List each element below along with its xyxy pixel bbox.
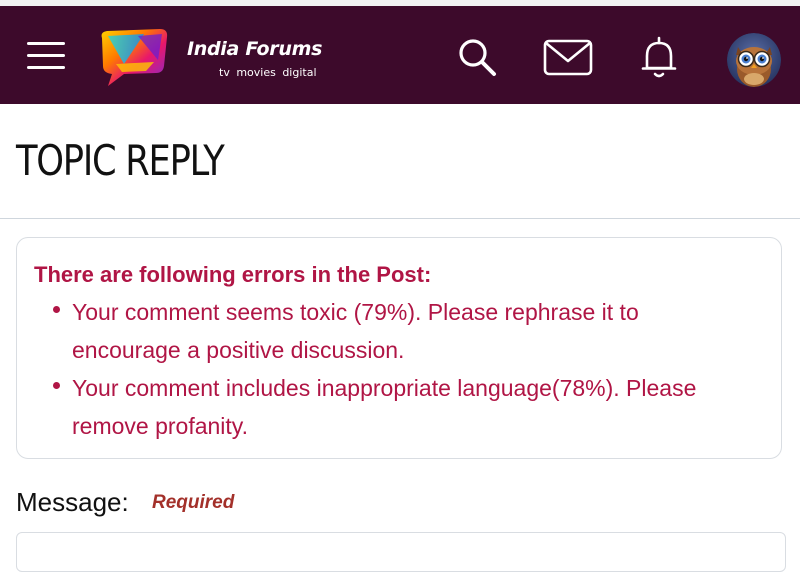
error-item: Your comment seems toxic (79%). Please r… (17, 293, 722, 369)
error-text: Your comment seems toxic (79%). Please r… (72, 299, 639, 363)
bullet-icon (53, 382, 60, 389)
mail-icon[interactable] (543, 38, 593, 82)
top-navbar: India Forums tv movies digital (0, 6, 800, 104)
error-list: Your comment seems toxic (79%). Please r… (17, 293, 722, 445)
owl-avatar[interactable] (727, 33, 781, 87)
error-alert: There are following errors in the Post: … (16, 237, 782, 459)
bullet-icon (53, 306, 60, 313)
search-icon[interactable] (456, 36, 500, 80)
required-indicator: Required (152, 492, 235, 513)
hamburger-menu-icon[interactable] (27, 40, 67, 72)
error-text: Your comment includes inappropriate lang… (72, 375, 697, 439)
title-divider (0, 218, 800, 219)
error-item: Your comment includes inappropriate lang… (17, 369, 722, 445)
logo-icon (101, 29, 168, 86)
site-logo[interactable]: India Forums tv movies digital (94, 24, 344, 90)
bell-icon[interactable] (637, 34, 681, 78)
message-textarea[interactable] (16, 532, 786, 572)
brand-tagline: tv movies digital (219, 66, 317, 79)
error-heading: There are following errors in the Post: (34, 262, 432, 287)
page-title: TOPIC REPLY (16, 136, 225, 185)
brand-name: India Forums (187, 38, 323, 60)
message-label: Message: (16, 487, 129, 517)
